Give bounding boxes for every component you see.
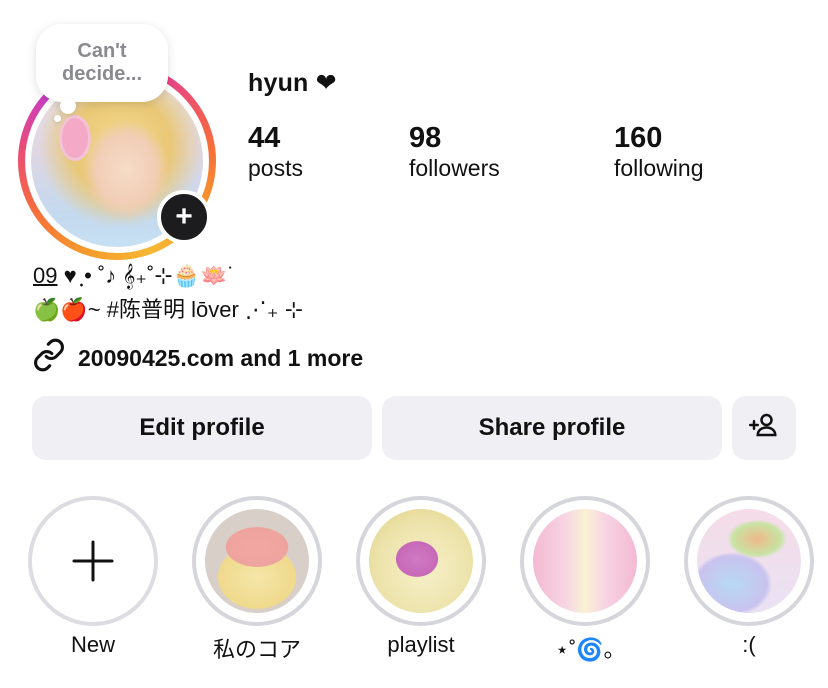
highlight-2[interactable] (356, 496, 486, 626)
highlight-3-cover (533, 509, 637, 613)
bio-line-1-rest: ♥ ฺ• ˚♪ 𝄞₊˚⊹🧁🪷˙ (57, 263, 235, 288)
discover-people-button[interactable] (732, 396, 796, 460)
following-count: 160 (614, 122, 663, 154)
share-profile-button[interactable]: Share profile (382, 396, 722, 460)
note-bubble[interactable]: Can't decide... (36, 24, 168, 102)
followers-label: followers (409, 155, 500, 181)
bio-line-1: 09 ♥ ฺ• ˚♪ 𝄞₊˚⊹🧁🪷˙ (33, 258, 235, 293)
highlight-label-3: ⋆˚🌀｡ (555, 637, 615, 662)
highlight-4-cover (697, 509, 801, 613)
highlight-label-2: playlist (387, 632, 455, 657)
following-label: following (614, 155, 704, 181)
posts-stat[interactable]: 44 posts (248, 122, 303, 182)
posts-count: 44 (248, 122, 281, 154)
note-text-line2: decide... (61, 63, 143, 85)
hand-mirror-graphic (59, 115, 91, 161)
highlight-label-new: New (70, 632, 115, 657)
posts-label: posts (248, 155, 303, 181)
followers-count: 98 (409, 122, 442, 154)
bio-underlined-text: 09 (33, 263, 58, 288)
profile-link[interactable]: 20090425.com and 1 more (32, 338, 363, 378)
add-story-plus-icon[interactable]: + (157, 190, 211, 244)
note-text-line1: Can't (77, 40, 127, 62)
username: hyun ❤ (248, 69, 337, 97)
highlight-3[interactable] (520, 496, 650, 626)
highlight-label-1: 私のコア (212, 637, 301, 662)
link-icon (32, 338, 66, 378)
new-highlight-button[interactable] (28, 496, 158, 626)
highlight-4[interactable] (684, 496, 814, 626)
followers-stat[interactable]: 98 followers (409, 122, 500, 182)
plus-icon (32, 500, 154, 622)
link-text: 20090425.com and 1 more (78, 344, 364, 371)
note-bubble-tail-small (54, 115, 61, 122)
edit-profile-button[interactable]: Edit profile (32, 396, 372, 460)
highlight-1-cover (205, 509, 309, 613)
note-bubble-tail (60, 98, 76, 114)
add-person-icon (749, 410, 779, 447)
highlight-2-cover (369, 509, 473, 613)
bio-line-2: 🍏🍎~ #陈普明 lōver ⋰₊ ⊹ (33, 297, 304, 322)
following-stat[interactable]: 160 following (614, 122, 704, 182)
highlight-1[interactable] (192, 496, 322, 626)
highlight-label-4: :( (742, 632, 756, 657)
